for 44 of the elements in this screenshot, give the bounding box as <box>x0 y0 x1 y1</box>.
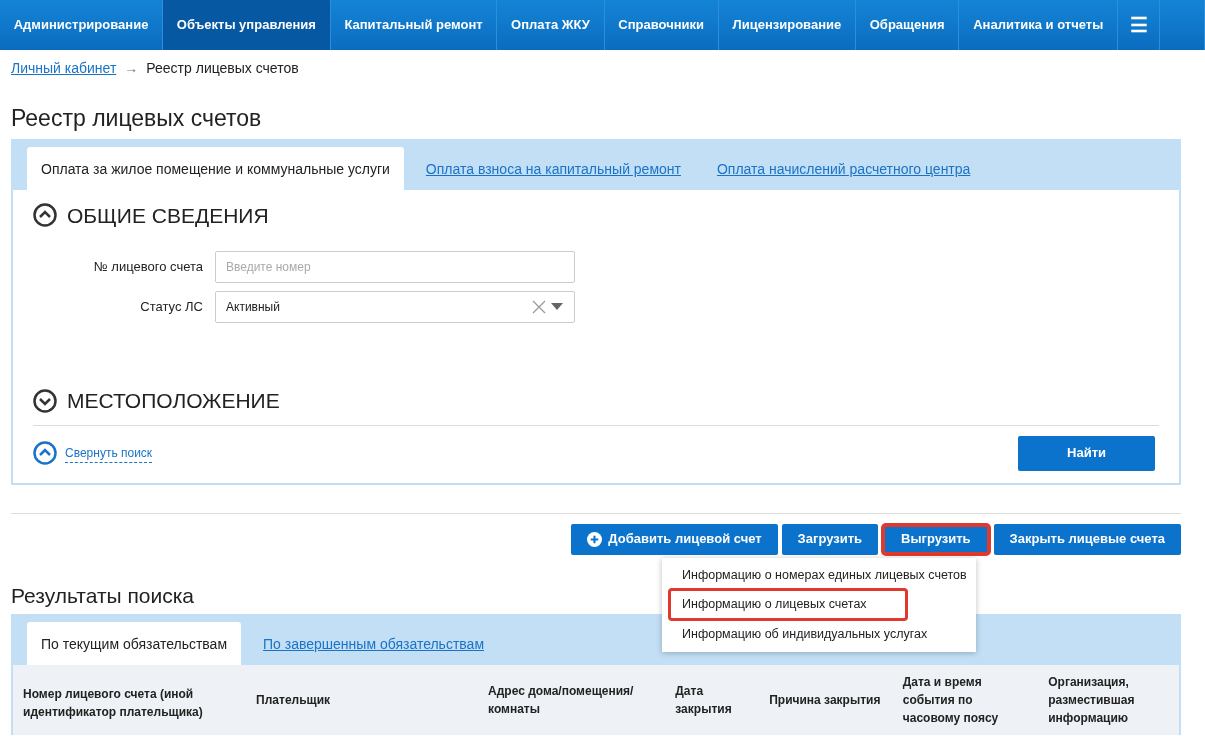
breadcrumb-link[interactable]: Личный кабинет <box>11 58 117 79</box>
clear-dropdown-icon[interactable] <box>532 300 564 315</box>
plus-circle-icon <box>587 531 603 547</box>
column-header: Организация, разместившая информацию <box>1038 664 1179 735</box>
status-select[interactable]: Активный <box>215 291 575 324</box>
breadcrumb-separator: → <box>124 59 139 78</box>
expand-icon[interactable] <box>33 388 57 413</box>
menu-item[interactable]: Информацию о номерах единых лицевых счетов <box>662 561 977 589</box>
field-label: Статус ЛС <box>139 298 203 317</box>
tab[interactable]: По завершенным обязательствам <box>249 621 499 665</box>
tab[interactable]: Оплата взноса на капитальный ремонт <box>411 146 695 190</box>
section-title: МЕСТОПОЛОЖЕНИЕ <box>67 388 280 415</box>
column-header: Причина закрытия <box>759 664 893 735</box>
nav-tab[interactable]: Аналитика и отчеты <box>959 0 1118 50</box>
nav-tab[interactable]: Лицензирование <box>718 0 856 50</box>
menu-button[interactable]: ☰ <box>1118 0 1160 50</box>
menu-item[interactable]: Информацию о лицевых счетах <box>668 588 909 622</box>
nav-tab[interactable]: Оплата ЖКУ <box>497 0 605 50</box>
tab[interactable]: Оплата начислений расчетного центра <box>702 146 985 190</box>
tab[interactable]: По текущим обязательствам <box>27 621 242 665</box>
column-header: Дата закрытия <box>665 664 760 735</box>
menu-item[interactable]: Информацию об индивидуальных услугах <box>662 621 977 648</box>
breadcrumb-current: Реестр лицевых счетов <box>146 59 299 78</box>
nav-tab[interactable]: Обращения <box>856 0 960 50</box>
column-header: Плательщик <box>246 664 479 735</box>
action-button[interactable]: Загрузить <box>781 523 879 555</box>
find-button[interactable]: Найти <box>1018 435 1155 471</box>
nav-tab[interactable]: Капитальный ремонт <box>330 0 498 50</box>
section-title: Результаты поиска <box>11 582 195 608</box>
collapse-icon[interactable] <box>33 203 57 228</box>
section-title: ОБЩИЕ СВЕДЕНИЯ <box>67 202 269 229</box>
collapse-search-link[interactable]: Свернуть поиск <box>65 443 153 463</box>
page-title: Реестр лицевых счетов <box>11 105 263 133</box>
nav-tab[interactable]: Объекты управления <box>163 0 331 50</box>
action-button[interactable]: Выгрузить <box>882 523 990 555</box>
column-header: Адрес дома/помещения/ комнаты <box>478 664 666 735</box>
add-account-button[interactable]: Добавить лицевой счет <box>571 523 778 555</box>
action-button[interactable]: Закрыть лицевые счета <box>993 523 1181 555</box>
column-header: Дата и время события по часовому поясу <box>892 664 1039 735</box>
tab[interactable]: Оплата за жилое помещение и коммунальные услуги <box>27 146 404 190</box>
account-number-field[interactable]: Введите номер <box>215 251 575 284</box>
field-label: № лицевого счета <box>92 258 203 277</box>
nav-tab[interactable]: Справочники <box>604 0 719 50</box>
column-header: Номер лицевого счета (иной идентификатор плательщика) <box>13 664 247 735</box>
